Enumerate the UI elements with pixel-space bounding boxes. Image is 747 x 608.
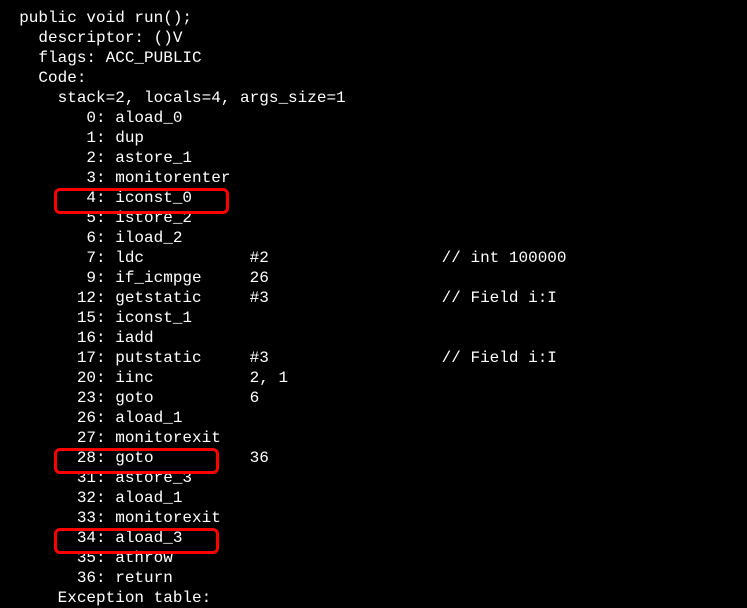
code-line: 31: astore_3 <box>0 468 747 488</box>
code-line-highlighted: 33: monitorexit <box>0 508 747 528</box>
code-line: descriptor: ()V <box>0 28 747 48</box>
code-line: 9: if_icmpge 26 <box>0 268 747 288</box>
code-line: 15: iconst_1 <box>0 308 747 328</box>
code-line: 28: goto 36 <box>0 448 747 468</box>
code-line: 7: ldc #2 // int 100000 <box>0 248 747 268</box>
code-line: 2: astore_1 <box>0 148 747 168</box>
code-line: 6: iload_2 <box>0 228 747 248</box>
code-line: 1: dup <box>0 128 747 148</box>
code-line: 16: iadd <box>0 328 747 348</box>
code-line: 34: aload_3 <box>0 528 747 548</box>
code-line: 5: istore_2 <box>0 208 747 228</box>
code-line: 32: aload_1 <box>0 488 747 508</box>
code-line: 23: goto 6 <box>0 388 747 408</box>
code-line-highlighted: 3: monitorenter <box>0 168 747 188</box>
code-line: public void run(); <box>0 8 747 28</box>
code-line: 12: getstatic #3 // Field i:I <box>0 288 747 308</box>
bytecode-listing: public void run(); descriptor: ()V flags… <box>0 8 747 608</box>
code-line: 26: aload_1 <box>0 408 747 428</box>
code-line: stack=2, locals=4, args_size=1 <box>0 88 747 108</box>
code-line: 36: return <box>0 568 747 588</box>
code-line: Exception table: <box>0 588 747 608</box>
code-line: 0: aload_0 <box>0 108 747 128</box>
code-line-highlighted: 27: monitorexit <box>0 428 747 448</box>
code-line: 4: iconst_0 <box>0 188 747 208</box>
code-line: 35: athrow <box>0 548 747 568</box>
code-line: flags: ACC_PUBLIC <box>0 48 747 68</box>
code-line: Code: <box>0 68 747 88</box>
code-line: 20: iinc 2, 1 <box>0 368 747 388</box>
code-line: 17: putstatic #3 // Field i:I <box>0 348 747 368</box>
